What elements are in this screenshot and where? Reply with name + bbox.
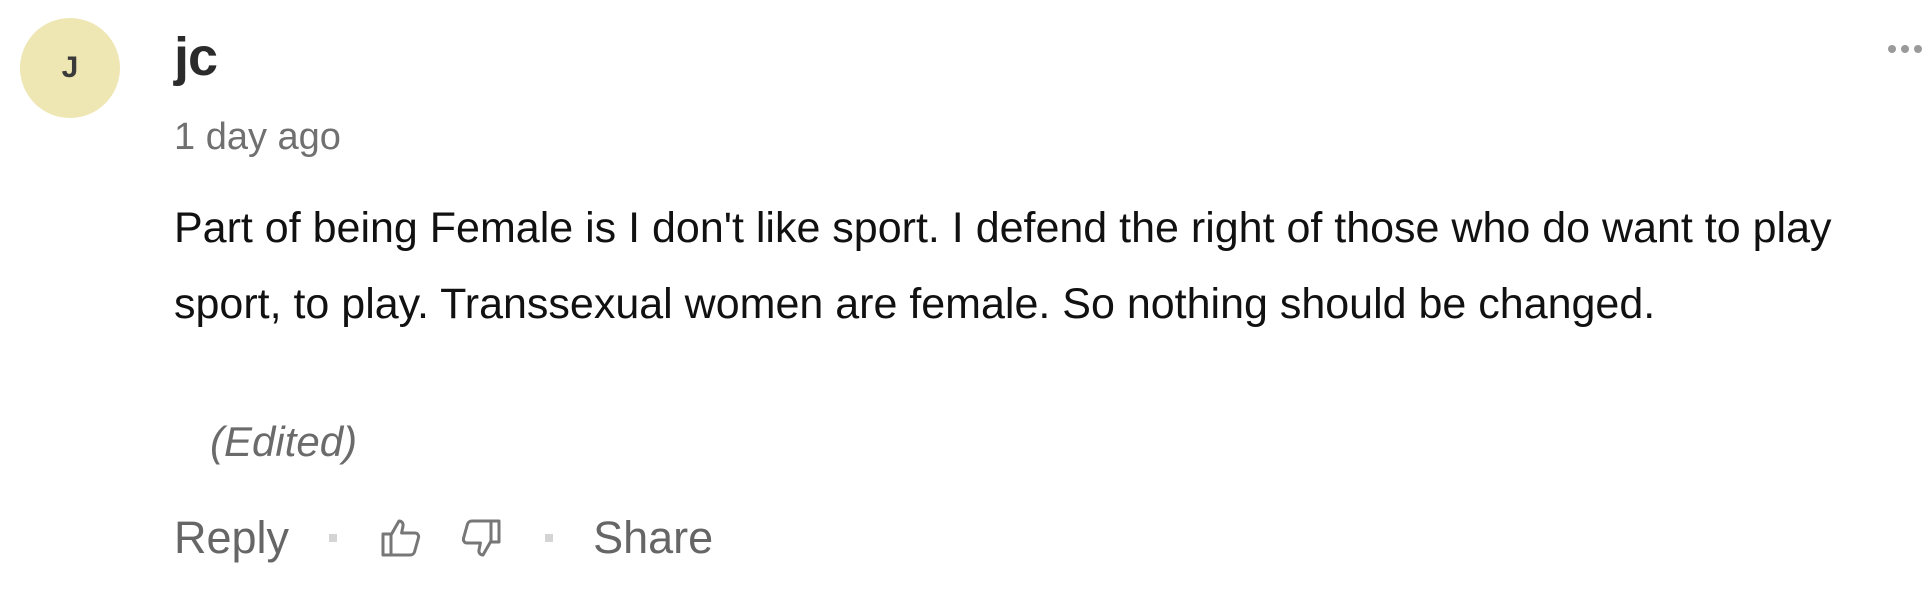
thumbs-up-icon[interactable] xyxy=(377,513,427,563)
comment-actions: Reply Share xyxy=(174,508,713,568)
reply-button[interactable]: Reply xyxy=(174,512,289,564)
more-dot xyxy=(1901,45,1909,53)
share-button[interactable]: Share xyxy=(593,512,713,564)
comment-timestamp: 1 day ago xyxy=(174,116,341,158)
comment: J jc 1 day ago Part of being Female is I… xyxy=(0,0,1928,600)
comment-body: Part of being Female is I don't like spo… xyxy=(174,204,1832,328)
more-dot xyxy=(1888,45,1896,53)
avatar-initial: J xyxy=(61,51,79,84)
comment-author[interactable]: jc xyxy=(174,26,218,88)
more-options-icon[interactable] xyxy=(1888,34,1928,64)
action-separator xyxy=(545,534,554,542)
avatar[interactable]: J xyxy=(20,18,120,118)
more-dot xyxy=(1914,45,1922,53)
edited-label: (Edited) xyxy=(210,418,358,465)
action-separator xyxy=(329,534,338,542)
thumbs-down-icon[interactable] xyxy=(455,513,505,563)
